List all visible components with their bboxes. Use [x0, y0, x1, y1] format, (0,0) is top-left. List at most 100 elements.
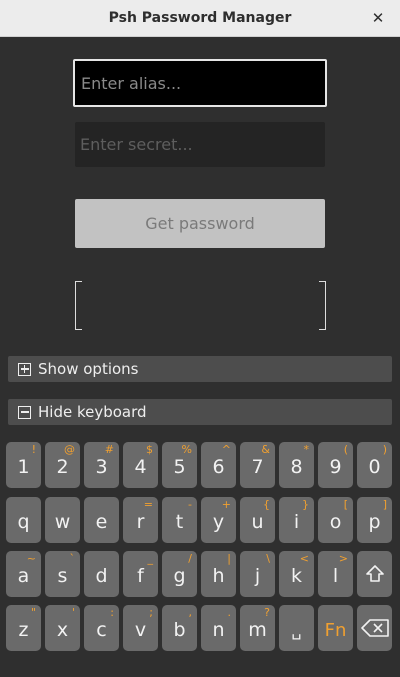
- key-n[interactable]: n.: [201, 605, 236, 651]
- key-7[interactable]: 7 &: [240, 442, 275, 488]
- key-g[interactable]: g /: [162, 551, 197, 597]
- key-label: e: [95, 511, 108, 533]
- hide-keyboard-label: Hide keyboard: [38, 403, 147, 421]
- key-label: b: [173, 619, 186, 641]
- key-v[interactable]: v;: [123, 605, 158, 651]
- key-2[interactable]: 2 @: [45, 442, 80, 488]
- key-label: c: [96, 619, 107, 641]
- key-alt-label: .: [227, 606, 232, 619]
- key-label: h: [212, 565, 225, 587]
- key-alt-label: -: [188, 498, 192, 511]
- key-label: p: [368, 511, 381, 533]
- key-label: 8: [290, 456, 303, 478]
- key-e[interactable]: e: [84, 497, 119, 543]
- key-z[interactable]: z ": [6, 605, 41, 651]
- expand-icon: [18, 362, 31, 376]
- key-label: Fn: [324, 620, 347, 641]
- key-5[interactable]: 5%: [162, 442, 197, 488]
- key-alt-label: @: [64, 443, 75, 456]
- key-fn[interactable]: Fn: [318, 605, 353, 651]
- close-icon[interactable]: ✕: [368, 8, 388, 28]
- key-alt-label: ?: [264, 606, 270, 619]
- key-alt-label: %: [181, 443, 192, 456]
- key-alt-label: {: [263, 498, 270, 511]
- password-result-field: [75, 281, 326, 330]
- key-alt-label: \: [266, 552, 270, 565]
- key-alt-label: ': [71, 606, 75, 619]
- key-label: i: [293, 511, 300, 533]
- key-u[interactable]: u{: [240, 497, 275, 543]
- key-r[interactable]: r =: [123, 497, 158, 543]
- key-i[interactable]: i}: [279, 497, 314, 543]
- key-alt-label: =: [143, 498, 153, 511]
- key-label: v: [134, 619, 147, 641]
- key-8[interactable]: 8 *: [279, 442, 314, 488]
- key-a[interactable]: a ~: [6, 551, 41, 597]
- result-left-bracket: [75, 281, 82, 330]
- key-x[interactable]: x ': [45, 605, 80, 651]
- key-alt-label: ^: [221, 443, 231, 456]
- key-b[interactable]: b,: [162, 605, 197, 651]
- key-backspace[interactable]: [357, 605, 392, 651]
- key-alt-label: /: [188, 552, 192, 565]
- key-p[interactable]: p]: [357, 497, 392, 543]
- key-h[interactable]: h |: [201, 551, 236, 597]
- show-options-label: Show options: [38, 360, 139, 378]
- key-label: l: [332, 565, 339, 587]
- key-alt-label: ~: [26, 552, 36, 565]
- window-title: Psh Password Manager: [108, 10, 292, 26]
- key-k[interactable]: k <: [279, 551, 314, 597]
- key-alt-label: *: [303, 443, 310, 456]
- key-9[interactable]: 9(: [318, 442, 353, 488]
- key-alt-label: `: [69, 552, 76, 565]
- key-0[interactable]: 0): [357, 442, 392, 488]
- key-label: 1: [17, 456, 30, 478]
- key-1[interactable]: 1!: [6, 442, 41, 488]
- key-alt-label: $: [146, 443, 153, 456]
- key-alt-label: #: [104, 443, 114, 456]
- key-alt-label: ): [382, 443, 387, 456]
- key-o[interactable]: o[: [318, 497, 353, 543]
- key-f[interactable]: f _: [123, 551, 158, 597]
- key-4[interactable]: 4 $: [123, 442, 158, 488]
- key-3[interactable]: 3 #: [84, 442, 119, 488]
- key-alt-label: <: [299, 552, 309, 565]
- key-label: w: [54, 511, 71, 533]
- key-alt-label: !: [31, 443, 36, 456]
- show-options-button[interactable]: Show options: [8, 356, 392, 382]
- key-t[interactable]: t-: [162, 497, 197, 543]
- key-d[interactable]: d: [84, 551, 119, 597]
- key-label: q: [17, 511, 30, 533]
- collapse-icon: [18, 405, 31, 419]
- key-l[interactable]: l >: [318, 551, 353, 597]
- key-label: z: [18, 619, 29, 641]
- secret-input[interactable]: [75, 122, 325, 167]
- key-shift[interactable]: [357, 551, 392, 597]
- hide-keyboard-button[interactable]: Hide keyboard: [8, 399, 392, 425]
- key-alt-label: ,: [188, 606, 193, 619]
- key-label: u: [251, 511, 264, 533]
- key-space[interactable]: ␣: [279, 605, 314, 651]
- key-w[interactable]: w: [45, 497, 80, 543]
- key-label: 0: [368, 456, 381, 478]
- key-alt-label: |: [227, 552, 231, 565]
- key-q[interactable]: q: [6, 497, 41, 543]
- alias-input[interactable]: [73, 59, 327, 107]
- key-y[interactable]: y +: [201, 497, 236, 543]
- key-alt-label: _: [147, 552, 154, 565]
- get-password-button[interactable]: Get password: [75, 199, 325, 248]
- key-label: o: [329, 511, 342, 533]
- key-alt-label: :: [110, 606, 114, 619]
- key-j[interactable]: j \: [240, 551, 275, 597]
- key-label: ␣: [291, 621, 302, 640]
- key-m[interactable]: m?: [240, 605, 275, 651]
- key-alt-label: }: [302, 498, 309, 511]
- key-c[interactable]: c:: [84, 605, 119, 651]
- result-right-bracket: [319, 281, 326, 330]
- key-label: n: [212, 619, 225, 641]
- key-alt-label: [: [343, 498, 348, 511]
- key-6[interactable]: 6 ^: [201, 442, 236, 488]
- key-alt-label: >: [338, 552, 348, 565]
- key-s[interactable]: s `: [45, 551, 80, 597]
- key-label: j: [254, 565, 261, 587]
